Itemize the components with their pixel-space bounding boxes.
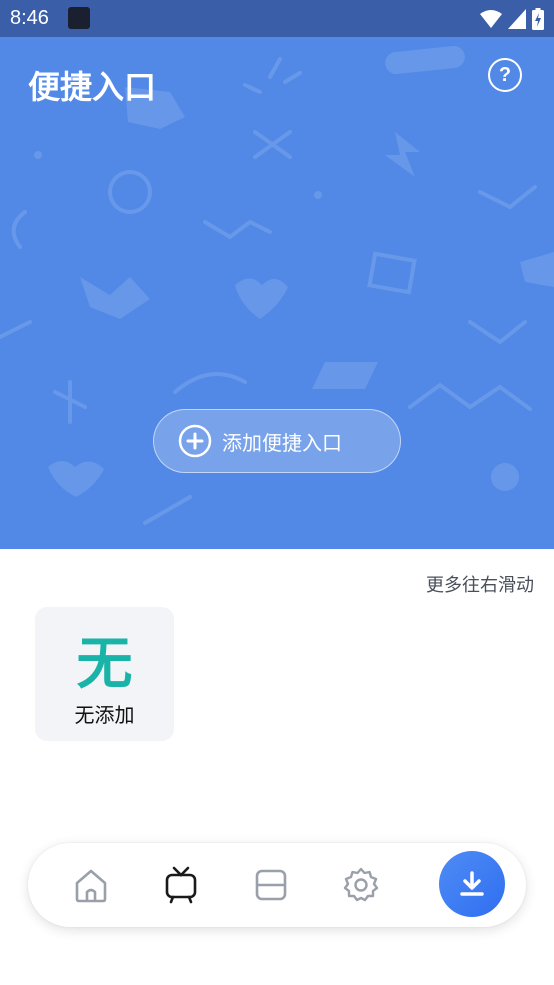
shortcut-card[interactable]: 无 无添加 xyxy=(35,607,174,741)
download-icon xyxy=(460,871,484,896)
settings-icon xyxy=(343,867,379,902)
nav-home[interactable] xyxy=(70,864,112,906)
add-shortcut-label: 添加便捷入口 xyxy=(222,430,342,455)
signal-icon xyxy=(508,9,526,29)
help-button[interactable]: ? xyxy=(488,58,522,92)
page-title: 便捷入口 xyxy=(28,68,157,106)
cards-icon xyxy=(255,869,287,901)
add-circle-icon xyxy=(178,424,212,458)
status-icons xyxy=(480,8,544,30)
nav-tv[interactable] xyxy=(160,864,202,906)
wifi-icon xyxy=(480,10,502,28)
nav-cards[interactable] xyxy=(250,864,292,906)
add-shortcut-button[interactable]: 添加便捷入口 xyxy=(153,409,401,473)
battery-icon xyxy=(532,8,544,30)
shortcut-label: 无添加 xyxy=(74,703,135,727)
download-button[interactable] xyxy=(439,851,505,917)
scroll-hint: 更多往右滑动 xyxy=(426,575,534,596)
bottom-nav xyxy=(28,843,526,927)
status-time: 8:46 xyxy=(10,7,49,29)
header-panel: 便捷入口 ? 添加便捷入口 xyxy=(0,37,554,549)
shortcut-glyph: 无 xyxy=(76,632,133,697)
help-icon: ? xyxy=(498,63,512,86)
notification-app-icon xyxy=(68,7,90,29)
home-icon xyxy=(75,869,107,903)
tv-icon xyxy=(165,866,197,904)
status-bar: 8:46 xyxy=(0,0,554,37)
nav-settings[interactable] xyxy=(340,864,382,906)
